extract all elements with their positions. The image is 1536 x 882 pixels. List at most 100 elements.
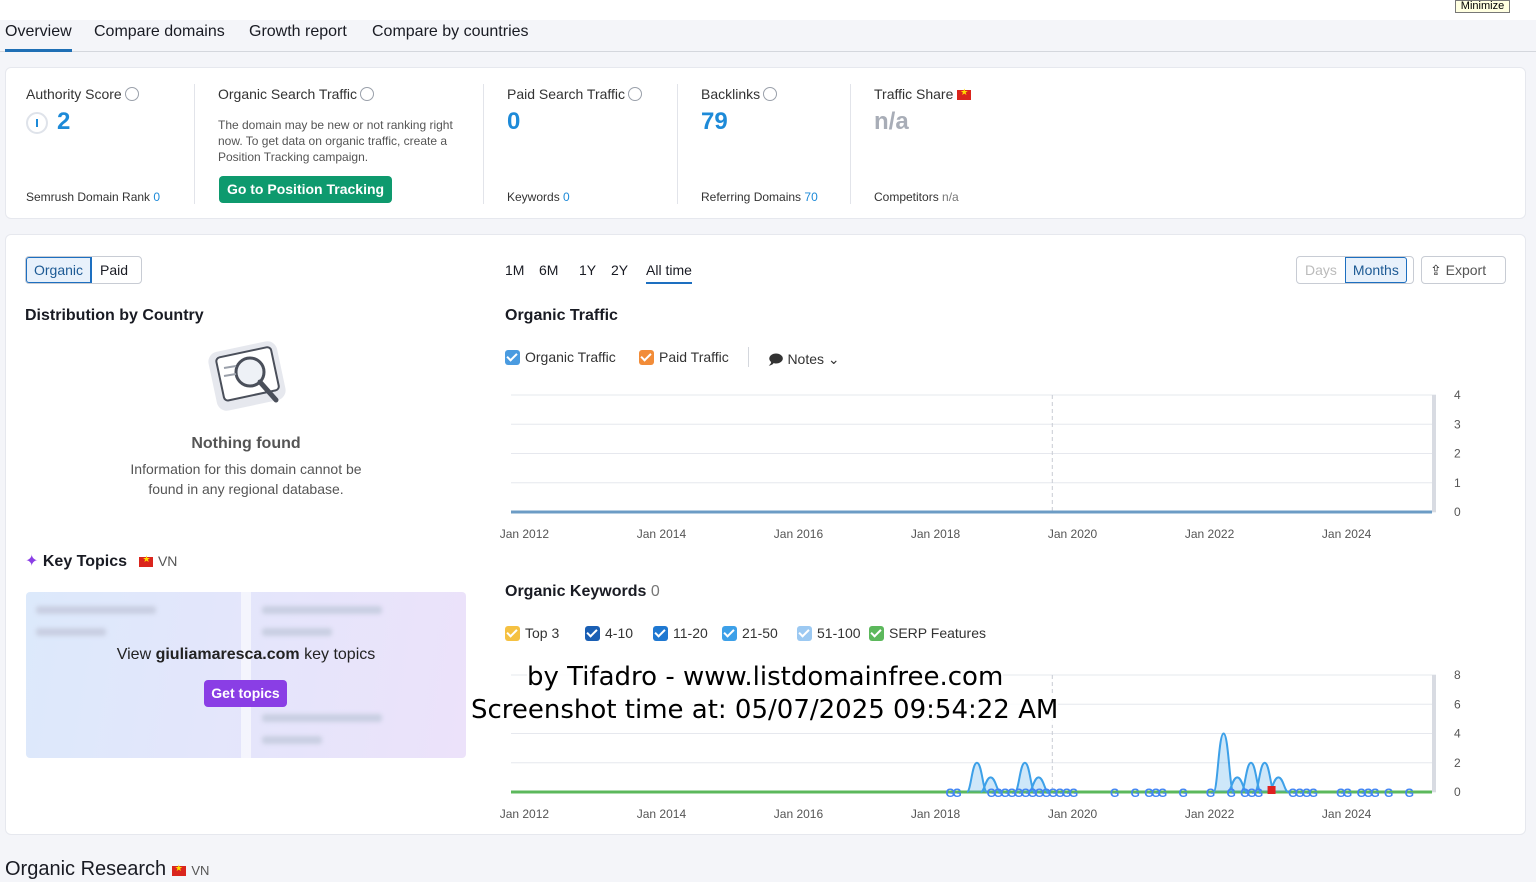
checkbox-icon bbox=[797, 626, 812, 641]
note-flag-marker bbox=[1267, 786, 1276, 794]
google-update-marker: G bbox=[1158, 786, 1167, 800]
legend-paid-traffic[interactable]: Paid Traffic bbox=[639, 349, 729, 365]
x-tick-label: Jan 2016 bbox=[774, 807, 824, 821]
y-tick-label: 6 bbox=[1454, 697, 1461, 711]
metrics-card: Authority Score 2 Semrush Domain Rank 0 … bbox=[5, 67, 1526, 219]
notes-dropdown[interactable]: 🗩 Notes ⌄ bbox=[768, 349, 840, 373]
y-tick-label: 8 bbox=[1454, 668, 1461, 682]
sparkle-icon: ✦ bbox=[25, 553, 39, 570]
x-tick-label: Jan 2016 bbox=[774, 527, 824, 541]
backlinks-value[interactable]: 79 bbox=[701, 108, 728, 136]
period-1y[interactable]: 1Y bbox=[579, 262, 596, 278]
google-update-marker: G bbox=[1384, 786, 1393, 800]
period-2y[interactable]: 2Y bbox=[611, 262, 628, 278]
export-button[interactable]: ⇪ Export bbox=[1421, 256, 1506, 284]
google-update-marker: G bbox=[1405, 786, 1414, 800]
nothing-found-title: Nothing found bbox=[191, 435, 301, 452]
y-tick-label: 0 bbox=[1454, 785, 1461, 799]
organic-paid-toggle: Organic Paid bbox=[25, 256, 142, 284]
days-toggle[interactable]: Days bbox=[1297, 257, 1345, 283]
vietnam-flag-icon bbox=[139, 554, 154, 567]
get-topics-button[interactable]: Get topics bbox=[204, 680, 287, 707]
chart-right-edge bbox=[1432, 395, 1436, 512]
overview-card: Organic Paid Distribution by Country Noth… bbox=[5, 234, 1526, 835]
distribution-title: Distribution by Country bbox=[25, 307, 204, 324]
watermark-line-1: by Tifadro - www.listdomainfree.com bbox=[527, 662, 1004, 692]
legend-11-20[interactable]: 11-20 bbox=[653, 625, 708, 641]
google-update-marker: G bbox=[1069, 786, 1078, 800]
tab-overview[interactable]: Overview bbox=[5, 22, 72, 52]
vietnam-flag-icon bbox=[957, 87, 972, 100]
domain-rank: Semrush Domain Rank 0 bbox=[26, 190, 161, 204]
checkbox-icon bbox=[585, 626, 600, 641]
magnifier-illustration-icon bbox=[208, 341, 286, 411]
export-icon: ⇪ bbox=[1430, 262, 1442, 278]
checkbox-icon bbox=[505, 350, 520, 365]
google-update-marker: G bbox=[1226, 786, 1235, 800]
legend-4-10[interactable]: 4-10 bbox=[585, 625, 633, 641]
info-icon[interactable] bbox=[763, 87, 778, 101]
keywords-count: Keywords 0 bbox=[507, 190, 570, 204]
organic-traffic-description: The domain may be new or not ranking rig… bbox=[218, 118, 453, 164]
legend-serp-features[interactable]: SERP Features bbox=[869, 625, 986, 641]
google-update-marker: G bbox=[1370, 786, 1379, 800]
legend-21-50[interactable]: 21-50 bbox=[722, 625, 778, 641]
checkbox-icon bbox=[722, 626, 737, 641]
tab-compare-by-countries[interactable]: Compare by countries bbox=[372, 22, 529, 52]
checkbox-icon bbox=[869, 626, 884, 641]
tab-compare-domains[interactable]: Compare domains bbox=[94, 22, 225, 52]
period-6m[interactable]: 6M bbox=[539, 262, 558, 278]
minimize-tooltip: Minimize bbox=[1455, 0, 1510, 13]
traffic-share-title: Traffic Share bbox=[874, 86, 972, 102]
google-update-marker: G bbox=[1343, 786, 1352, 800]
divider bbox=[850, 84, 851, 204]
checkbox-icon bbox=[639, 350, 654, 365]
top-bar bbox=[0, 0, 1536, 20]
x-tick-label: Jan 2020 bbox=[1048, 527, 1098, 541]
domain-rank-value[interactable]: 0 bbox=[153, 190, 160, 204]
vietnam-flag-icon bbox=[171, 863, 186, 876]
key-topics-header: ✦ Key Topics VN bbox=[25, 551, 177, 571]
checkbox-icon bbox=[653, 626, 668, 641]
go-to-position-tracking-button[interactable]: Go to Position Tracking bbox=[219, 176, 392, 203]
y-tick-label: 3 bbox=[1454, 417, 1461, 431]
key-topics-box: View giuliamaresca.com key topics Get to… bbox=[26, 592, 466, 758]
paid-traffic-value[interactable]: 0 bbox=[507, 108, 520, 136]
info-icon[interactable] bbox=[124, 87, 139, 101]
legend-organic-traffic[interactable]: Organic Traffic bbox=[505, 349, 616, 365]
keywords-value[interactable]: 0 bbox=[563, 190, 570, 204]
google-update-marker: G bbox=[952, 786, 961, 800]
checkbox-icon bbox=[505, 626, 520, 641]
tab-growth-report[interactable]: Growth report bbox=[249, 22, 347, 52]
paid-toggle[interactable]: Paid bbox=[92, 257, 136, 283]
legend-51-100[interactable]: 51-100 bbox=[797, 625, 861, 641]
legend-top-3[interactable]: Top 3 bbox=[505, 625, 559, 641]
period-all-time[interactable]: All time bbox=[646, 262, 692, 284]
referring-domains: Referring Domains 70 bbox=[701, 190, 818, 204]
divider bbox=[194, 84, 195, 204]
info-icon[interactable] bbox=[360, 87, 375, 101]
info-icon[interactable] bbox=[628, 87, 643, 101]
google-update-marker: G bbox=[1254, 786, 1263, 800]
granularity-toggle: Days Months bbox=[1296, 256, 1414, 284]
nothing-found-text-2: found in any regional database. bbox=[148, 481, 344, 497]
x-tick-label: Jan 2012 bbox=[500, 807, 550, 821]
organic-toggle[interactable]: Organic bbox=[26, 257, 93, 283]
x-tick-label: Jan 2018 bbox=[911, 807, 961, 821]
months-toggle[interactable]: Months bbox=[1344, 257, 1407, 283]
divider bbox=[483, 84, 484, 204]
organic-traffic-chart: 0 1 2 3 4 Jan 2012 Jan 2014 Jan 2016 Jan 2018 Jan… bbox=[500, 388, 1461, 541]
referring-domains-value[interactable]: 70 bbox=[804, 190, 817, 204]
paid-traffic-title: Paid Search Traffic bbox=[507, 86, 643, 102]
x-tick-label: Jan 2018 bbox=[911, 527, 961, 541]
x-tick-label: Jan 2014 bbox=[637, 527, 687, 541]
notes-icon: 🗩 bbox=[768, 351, 784, 367]
traffic-share-value: n/a bbox=[874, 108, 909, 135]
x-tick-label: Jan 2014 bbox=[637, 807, 687, 821]
period-1m[interactable]: 1M bbox=[505, 262, 524, 278]
google-update-marker: G bbox=[1309, 786, 1318, 800]
y-tick-label: 2 bbox=[1454, 447, 1461, 461]
google-update-marker: G bbox=[1110, 786, 1119, 800]
competitors: Competitors n/a bbox=[874, 190, 959, 204]
organic-traffic-title: Organic Search Traffic bbox=[218, 86, 375, 102]
